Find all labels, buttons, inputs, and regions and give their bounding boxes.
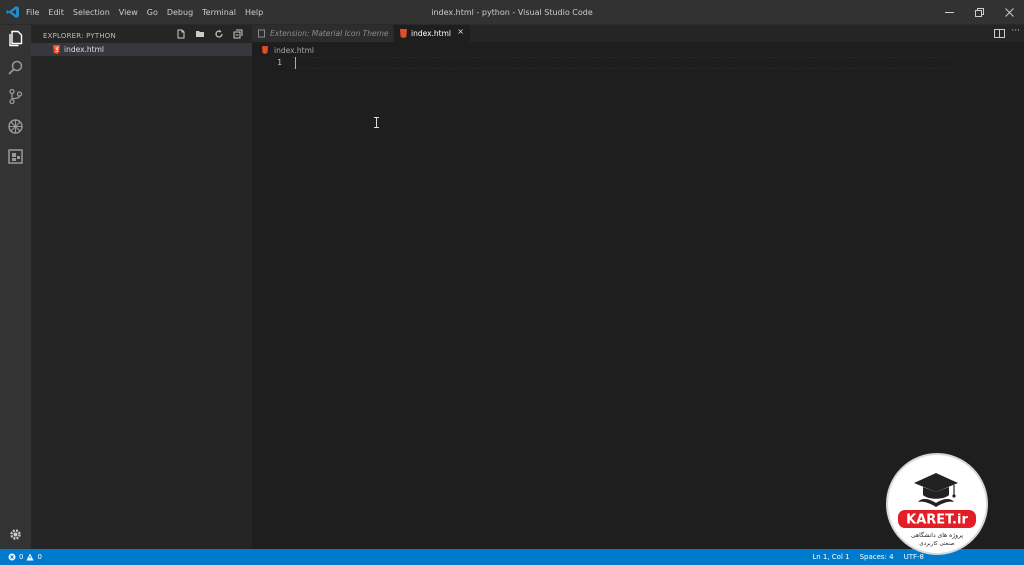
new-file-button[interactable] xyxy=(175,28,187,40)
more-actions-icon[interactable]: ··· xyxy=(1011,26,1020,36)
collapse-all-icon xyxy=(233,29,243,39)
title-bar: File Edit Selection View Go Debug Termin… xyxy=(0,0,1024,25)
warning-count: 0 xyxy=(37,553,42,561)
restore-icon xyxy=(974,8,984,17)
current-line-highlight xyxy=(292,57,956,69)
problems-indicator[interactable]: 0 0 xyxy=(8,549,42,565)
svg-text:صنعتی کاربردی: صنعتی کاربردی xyxy=(919,540,955,547)
error-count: 0 xyxy=(19,553,24,561)
menu-edit[interactable]: Edit xyxy=(48,8,64,17)
tab-label: index.html xyxy=(411,29,451,38)
error-icon xyxy=(8,553,16,561)
activity-bar xyxy=(0,25,31,549)
menu-terminal[interactable]: Terminal xyxy=(202,8,236,17)
mouse-ibeam-cursor-icon xyxy=(374,117,379,128)
cursor-position[interactable]: Ln 1, Col 1 xyxy=(812,553,849,561)
minimize-icon xyxy=(944,12,954,13)
split-editor-icon[interactable] xyxy=(994,28,1005,39)
source-control-icon[interactable] xyxy=(7,88,24,105)
refresh-button[interactable] xyxy=(213,28,225,40)
new-folder-button[interactable] xyxy=(194,28,206,40)
vscode-logo-icon xyxy=(6,6,19,18)
html-file-icon xyxy=(400,29,407,38)
karet-logo-image: KARET.ir پروژه های دانشگاهی صنعتی کاربرد… xyxy=(898,473,976,547)
tab-index-html[interactable]: index.html × xyxy=(394,25,470,42)
refresh-icon xyxy=(215,30,223,38)
html-file-icon xyxy=(262,46,268,54)
search-icon[interactable] xyxy=(7,59,24,76)
debug-icon[interactable] xyxy=(7,118,24,135)
warning-icon xyxy=(26,553,34,561)
new-folder-icon xyxy=(196,31,204,37)
tab-extension-material-icon-theme[interactable]: Extension: Material Icon Theme xyxy=(252,25,393,42)
svg-text:پروژه های دانشگاهی: پروژه های دانشگاهی xyxy=(911,531,963,539)
gear-icon[interactable] xyxy=(7,526,24,543)
menu-selection[interactable]: Selection xyxy=(73,8,110,17)
explorer-sidebar: EXPLORER: PYTHON index.html xyxy=(31,25,252,549)
menu-go[interactable]: Go xyxy=(147,8,158,17)
new-file-icon xyxy=(177,29,185,39)
restore-button[interactable] xyxy=(964,0,994,25)
status-bar: 0 0 Ln 1, Col 1 Spaces: 4 UTF-8 xyxy=(0,549,1024,565)
menu-help[interactable]: Help xyxy=(245,8,263,17)
karet-watermark-logo: KARET.ir پروژه های دانشگاهی صنعتی کاربرد… xyxy=(886,453,988,555)
menu-file[interactable]: File xyxy=(26,8,39,17)
explorer-toolbar xyxy=(175,28,244,42)
line-number: 1 xyxy=(277,58,282,67)
close-button[interactable] xyxy=(994,0,1024,25)
editor-tab-bar: Extension: Material Icon Theme index.htm… xyxy=(252,25,1024,42)
breadcrumb: index.html xyxy=(262,44,314,56)
breadcrumb-file[interactable]: index.html xyxy=(274,46,314,55)
tab-label: Extension: Material Icon Theme xyxy=(270,29,389,38)
extension-icon xyxy=(258,29,265,38)
explorer-header: EXPLORER: PYTHON xyxy=(43,32,116,40)
text-cursor xyxy=(295,57,296,69)
menu-bar: File Edit Selection View Go Debug Termin… xyxy=(26,0,272,25)
menu-view[interactable]: View xyxy=(119,8,138,17)
explorer-icon[interactable] xyxy=(7,30,24,47)
file-name: index.html xyxy=(64,45,104,54)
close-icon xyxy=(1004,8,1014,17)
file-tree-item-index-html[interactable]: index.html xyxy=(31,43,252,56)
tab-close-button[interactable]: × xyxy=(457,27,464,36)
menu-debug[interactable]: Debug xyxy=(167,8,193,17)
extensions-icon[interactable] xyxy=(7,148,24,165)
svg-text:KARET.ir: KARET.ir xyxy=(906,513,968,528)
collapse-all-button[interactable] xyxy=(232,28,244,40)
minimize-button[interactable] xyxy=(934,0,964,25)
html-file-icon xyxy=(53,45,60,54)
